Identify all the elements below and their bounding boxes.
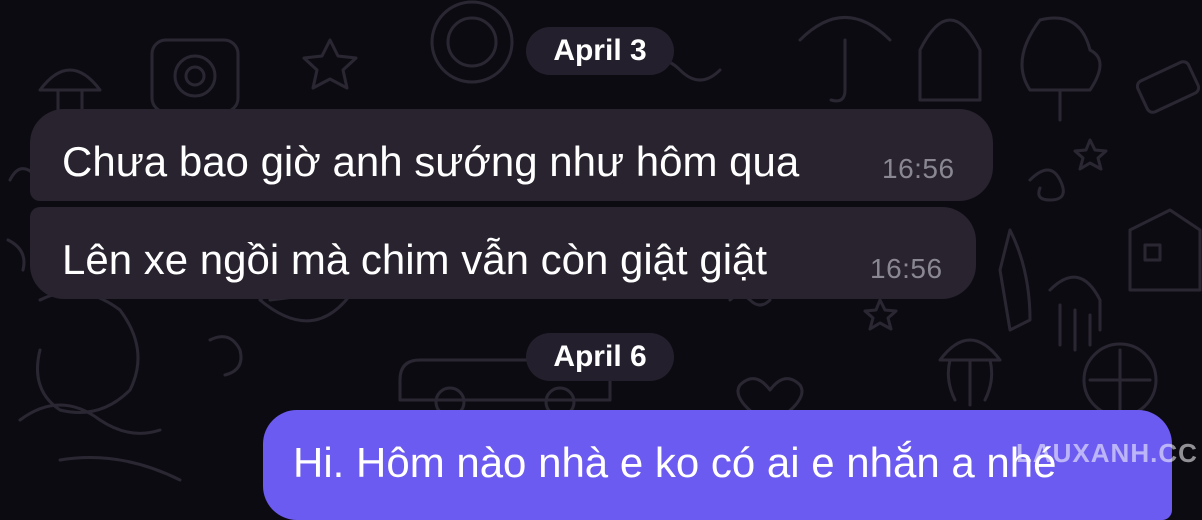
message-timestamp: 16:56 — [882, 153, 955, 184]
date-separator: April 6 — [526, 333, 674, 381]
message-text: Lên xe ngồi mà chim vẫn còn giật giật — [62, 236, 768, 283]
message-timestamp: 16:56 — [870, 253, 943, 284]
incoming-message[interactable]: Chưa bao giờ anh sướng như hôm qua 16:56 — [30, 109, 993, 201]
watermark: LAUXANH.CC — [1016, 438, 1198, 468]
incoming-message[interactable]: Lên xe ngồi mà chim vẫn còn giật giật 16… — [30, 207, 976, 299]
message-text: Chưa bao giờ anh sướng như hôm qua — [62, 138, 800, 185]
date-separator: April 3 — [526, 27, 674, 75]
message-text: Hi. Hôm nào nhà e ko có ai e nhắn a nhé — [293, 439, 1057, 486]
